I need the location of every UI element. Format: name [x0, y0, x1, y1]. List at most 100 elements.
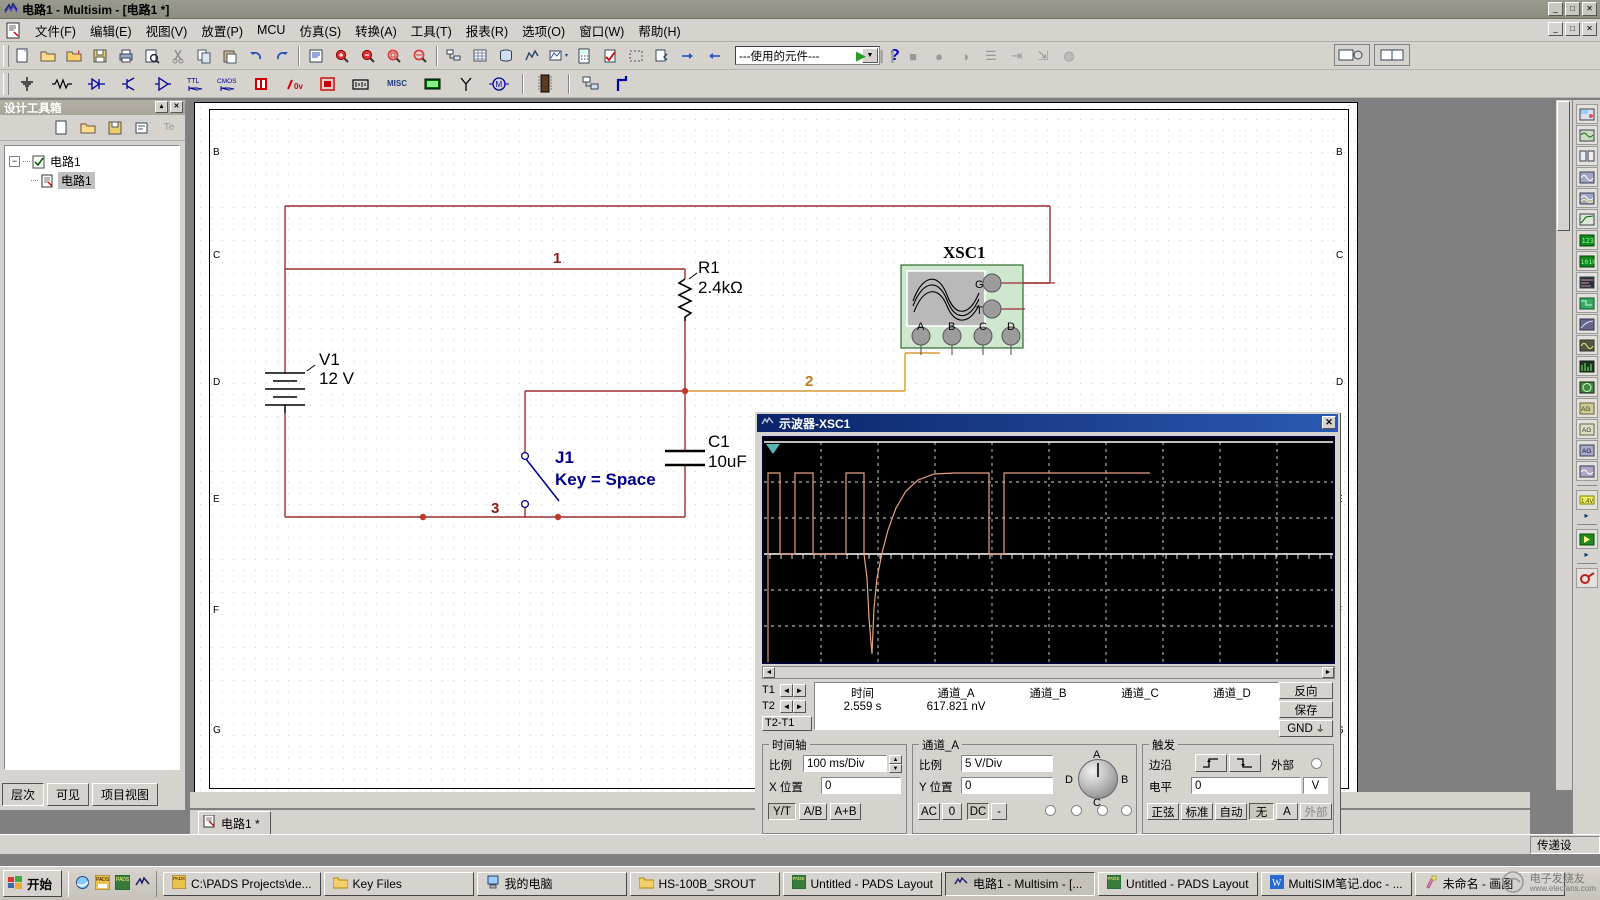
timebase-scale-down-icon[interactable]: ▼: [889, 764, 902, 773]
network-analyzer-icon[interactable]: [1575, 377, 1598, 397]
scroll-left-icon[interactable]: ◄: [763, 667, 775, 678]
taskbar-item-word-doc[interactable]: W MultiSIM笔记.doc - ...: [1260, 871, 1412, 896]
hierarchical-block-icon[interactable]: [579, 72, 603, 95]
pads-logic-icon[interactable]: PADS: [114, 874, 131, 893]
menu-simulate[interactable]: 仿真(S): [292, 18, 348, 43]
zoom-in-icon[interactable]: [330, 44, 354, 67]
grid-icon[interactable]: [468, 44, 492, 67]
zoom-out-icon[interactable]: [356, 44, 380, 67]
grapher-icon[interactable]: ⇲: [1031, 45, 1055, 68]
check-icon[interactable]: [598, 44, 622, 67]
bus-icon[interactable]: [612, 72, 636, 95]
tab-visibility[interactable]: 可见: [47, 783, 90, 806]
oscilloscope-icon[interactable]: [1575, 167, 1598, 187]
basic-icon[interactable]: [50, 72, 74, 95]
list-icon[interactable]: ☰: [979, 45, 1003, 68]
labview-instrument-icon[interactable]: [1575, 529, 1598, 549]
indicator-icon[interactable]: [316, 72, 340, 95]
database-icon[interactable]: [494, 44, 518, 67]
tektronix-oscilloscope-icon[interactable]: [1575, 461, 1598, 481]
timebase-scale-field[interactable]: 100 ms/Div: [803, 755, 887, 772]
select-area-icon[interactable]: [624, 44, 648, 67]
close-button[interactable]: ✕: [1582, 2, 1597, 16]
menu-options[interactable]: 选项(O): [515, 18, 572, 43]
open-file-icon[interactable]: [36, 44, 60, 67]
start-button[interactable]: 开始: [3, 870, 63, 897]
frequency-counter-icon[interactable]: 123: [1575, 230, 1598, 250]
bode-plotter-icon[interactable]: [1575, 209, 1598, 229]
word-generator-icon[interactable]: 1010: [1575, 251, 1598, 271]
transistor-icon[interactable]: [118, 72, 142, 95]
mcu-icon[interactable]: [533, 72, 557, 95]
record-icon[interactable]: ●: [927, 45, 951, 68]
tree-root-row[interactable]: − 电路1: [9, 152, 175, 171]
spectrum-analyzer-icon[interactable]: [1575, 356, 1598, 376]
tab-hierarchy[interactable]: 层次: [2, 783, 45, 806]
new-sheet-icon[interactable]: [50, 117, 72, 138]
mdi-close-button[interactable]: ✕: [1582, 22, 1597, 36]
ttl-icon[interactable]: TTL: [184, 72, 208, 95]
components-toolbar-grip[interactable]: [3, 72, 9, 95]
probe-dropdown-icon[interactable]: ▸: [1576, 511, 1598, 520]
oscilloscope-screen-scrollbar[interactable]: ◄ ►: [762, 666, 1335, 679]
text-icon[interactable]: Te: [158, 117, 180, 138]
taskbar-item-multisim[interactable]: 电路1 - Multisim - [...: [945, 871, 1096, 896]
power-icon[interactable]: [349, 72, 373, 95]
taskbar-item-pads-layout-2[interactable]: PADS Untitled - PADS Layout: [1098, 871, 1258, 896]
stop-icon[interactable]: ■: [901, 45, 925, 68]
labview-dropdown-icon[interactable]: ▸: [1576, 550, 1598, 559]
reverse-button[interactable]: 反向: [1279, 682, 1333, 699]
oscilloscope-titlebar[interactable]: 示波器-XSC1 ✕: [757, 414, 1338, 432]
coupling-minus-button[interactable]: -: [991, 803, 1007, 820]
pause-icon[interactable]: ❙❙: [875, 45, 899, 68]
trigger-source-sine-button[interactable]: 正弦: [1147, 803, 1179, 820]
taskbar-item-hs100b[interactable]: HS-100B_SROUT: [629, 871, 780, 896]
trigger-level-field[interactable]: 0: [1191, 777, 1301, 794]
channel-select-radio-1[interactable]: [1045, 805, 1056, 816]
cursor-t1-left-icon[interactable]: ◄: [780, 683, 793, 697]
cmos-icon[interactable]: CMOS: [217, 72, 241, 95]
misc-digital-icon[interactable]: [250, 72, 274, 95]
multimeter-icon[interactable]: [1575, 104, 1598, 124]
menu-reports[interactable]: 报表(R): [459, 18, 515, 43]
menu-edit[interactable]: 编辑(E): [83, 18, 139, 43]
measure-icon[interactable]: ⇥: [1005, 45, 1029, 68]
design-toolbox-tree[interactable]: − 电路1 电路1: [4, 145, 180, 770]
taskbar-item-key-files[interactable]: Key Files: [323, 871, 474, 896]
mdi-restore-button[interactable]: □: [1565, 22, 1580, 36]
channel-select-radio-4[interactable]: [1121, 805, 1132, 816]
taskbar-item-my-computer[interactable]: 我的电脑: [476, 871, 627, 896]
menu-mcu[interactable]: MCU: [250, 20, 292, 40]
layout-mode-icon[interactable]: [1374, 44, 1410, 66]
rf-icon[interactable]: [454, 72, 478, 95]
coupling-dc-button[interactable]: DC: [967, 803, 989, 820]
minimize-button[interactable]: _: [1548, 2, 1563, 16]
scroll-right-icon[interactable]: ►: [1322, 667, 1334, 678]
calculator-icon[interactable]: [572, 44, 596, 67]
channel-a-ypos-field[interactable]: 0: [961, 777, 1053, 794]
collapse-icon[interactable]: ▴: [155, 101, 168, 113]
electromech-icon[interactable]: M: [487, 72, 511, 95]
oscilloscope-window[interactable]: 示波器-XSC1 ✕ ◄ ► T1 ◄ ► T2 ◄ ► T2-T1 时间 通道…: [755, 412, 1340, 840]
tree-child-row[interactable]: 电路1: [31, 171, 175, 190]
full-screen-icon[interactable]: [304, 44, 328, 67]
analog-icon[interactable]: [151, 72, 175, 95]
advanced-peripheral-icon[interactable]: [421, 72, 445, 95]
display-mode-ab-button[interactable]: A/B: [799, 803, 827, 820]
measurement-probe-icon[interactable]: 1.4V: [1575, 490, 1598, 510]
timebase-scale-up-icon[interactable]: ▲: [889, 755, 902, 764]
zoom-fit-icon[interactable]: [408, 44, 432, 67]
sheet-tab-circuit1[interactable]: 电路1 *: [198, 810, 271, 836]
trigger-source-auto-button[interactable]: 自动: [1215, 803, 1247, 820]
function-generator-icon[interactable]: [1575, 125, 1598, 145]
gnd-button[interactable]: GND ⏚: [1279, 720, 1333, 737]
save-sheet-icon[interactable]: [104, 117, 126, 138]
taskbar-item-pads-layout-1[interactable]: PADS Untitled - PADS Layout: [782, 871, 943, 896]
print-preview-icon[interactable]: [140, 44, 164, 67]
mdi-minimize-button[interactable]: _: [1548, 22, 1563, 36]
distortion-analyzer-icon[interactable]: [1575, 335, 1598, 355]
hierarchy-icon[interactable]: [442, 44, 466, 67]
display-mode-yt-button[interactable]: Y/T: [768, 803, 796, 820]
cursor-t2-left-icon[interactable]: ◄: [780, 699, 793, 713]
cursor-t1-right-icon[interactable]: ►: [793, 683, 806, 697]
